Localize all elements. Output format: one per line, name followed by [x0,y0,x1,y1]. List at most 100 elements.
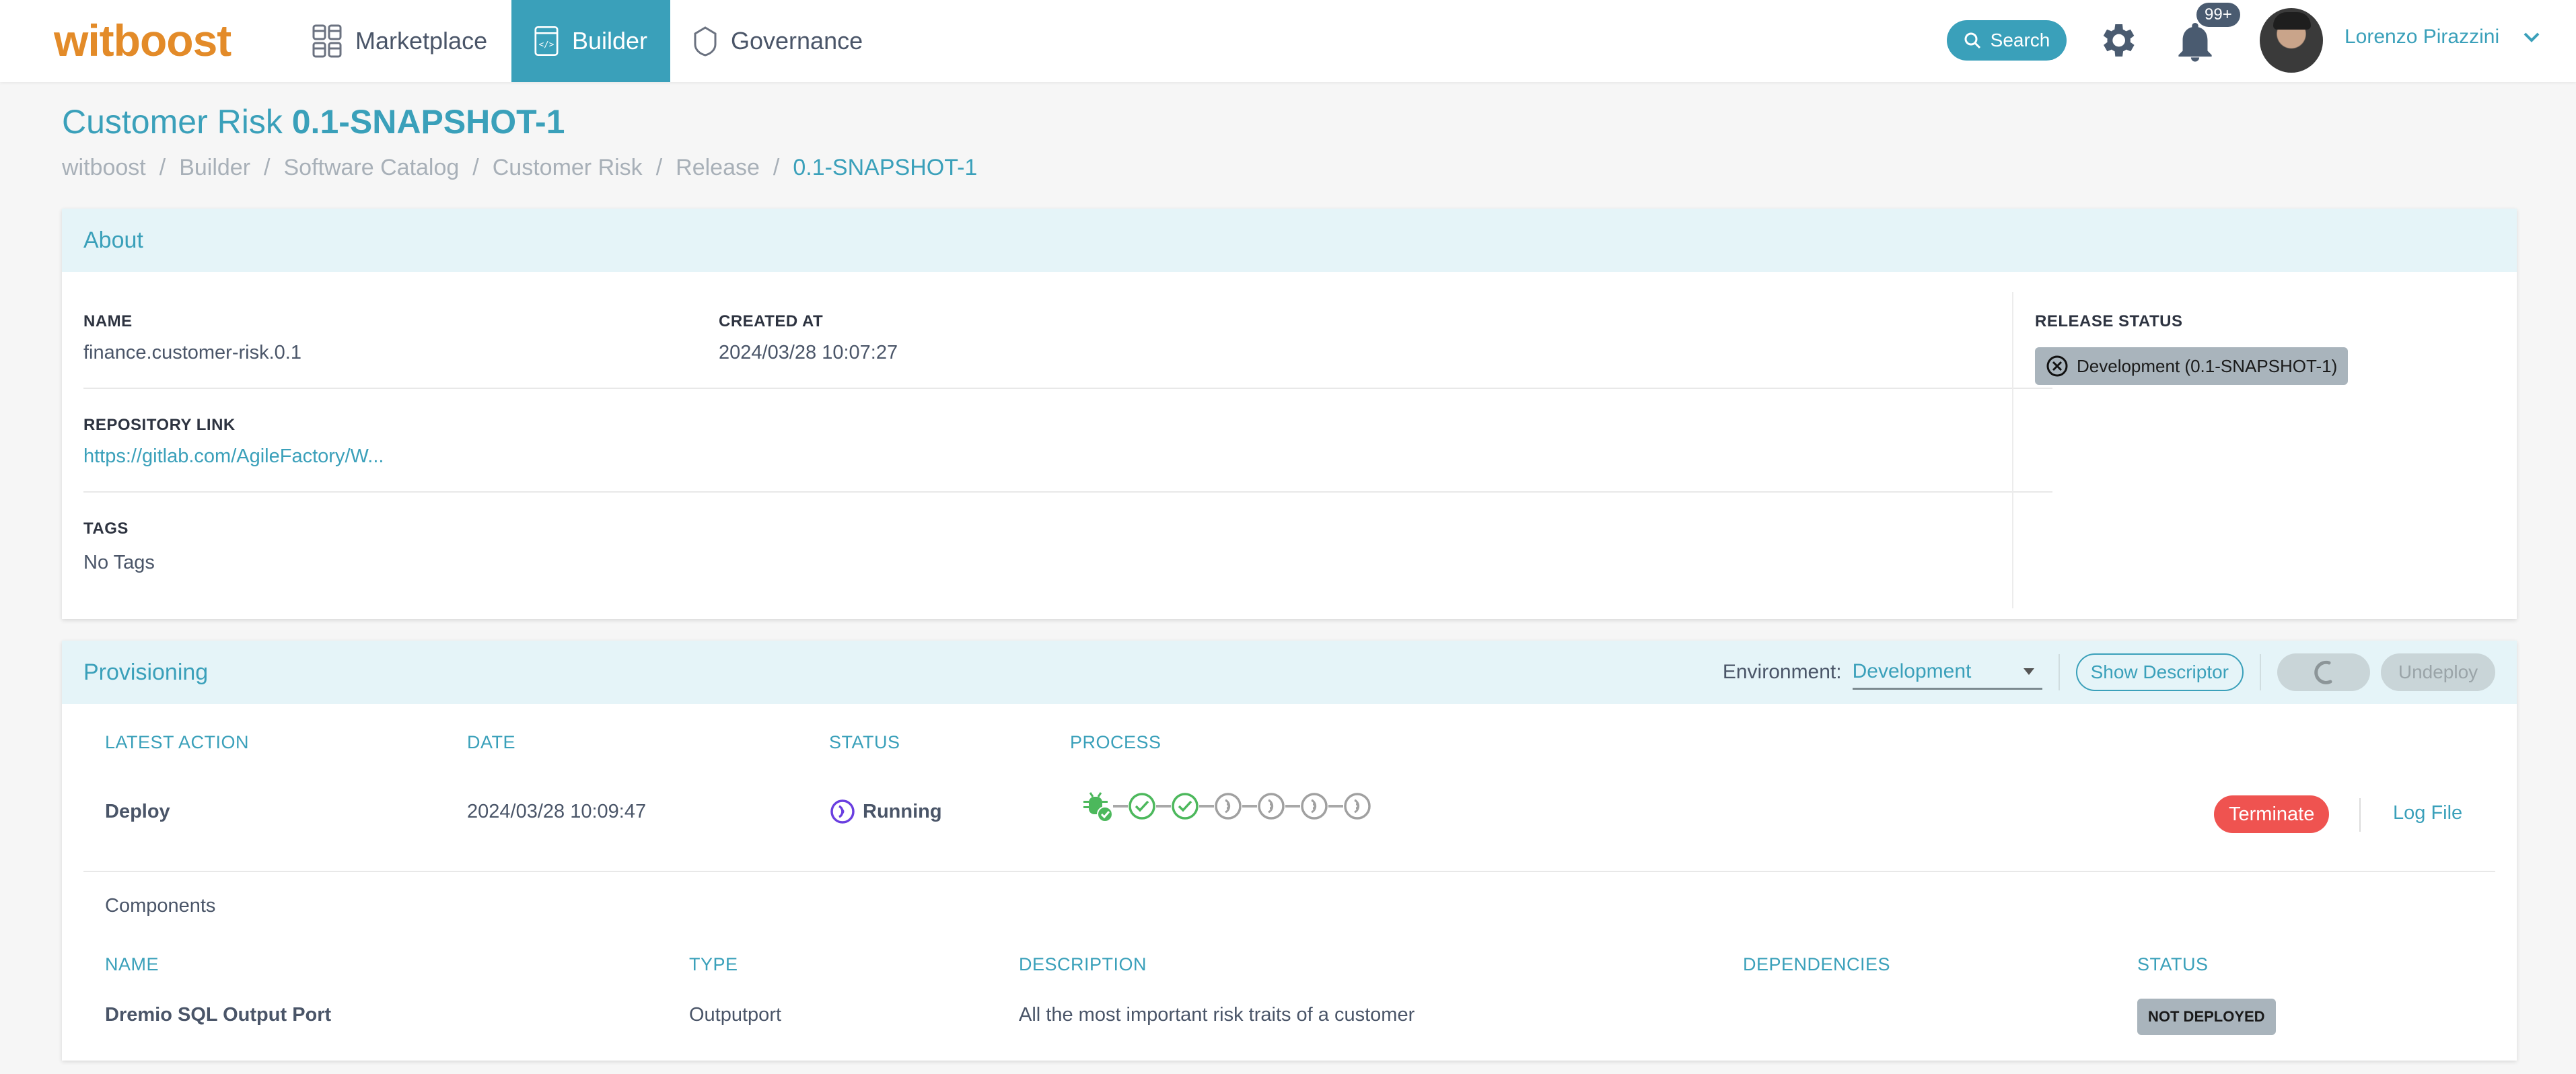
breadcrumb-separator: / [264,155,271,180]
provisioning-card: Provisioning Environment: Development Sh… [62,641,2517,1061]
user-avatar[interactable] [2260,8,2323,73]
code-window-icon: </> [534,26,559,57]
component-name[interactable]: Dremio SQL Output Port [105,1004,331,1026]
process-connector [1285,805,1300,808]
search-icon [1964,32,1980,49]
release-status-label: RELEASE STATUS [2035,312,2183,330]
release-status-chip: Development (0.1-SNAPSHOT-1) [2035,347,2349,385]
column-header-type: TYPE [689,954,738,974]
repository-link-label: REPOSITORY LINK [83,416,236,434]
process-steps [1082,790,1371,822]
status-running: Running [829,798,942,825]
search-button[interactable]: Search [1947,20,2067,61]
provisioning-toolbar: Environment: Development Show Descriptor… [1723,641,2495,704]
created-at-label: CREATED AT [719,312,824,330]
component-description: All the most important risk traits of a … [1019,1004,1415,1026]
breadcrumb-software-catalog[interactable]: Software Catalog [283,155,459,181]
nav-marketplace[interactable]: Marketplace [289,0,511,82]
vertical-divider [2012,292,2013,608]
pending-circle-icon[interactable] [1300,792,1328,820]
svg-text:</>: </> [539,39,554,49]
notification-badge: 99+ [2196,3,2240,27]
repository-link[interactable]: https://gitlab.com/AgileFactory/W... [83,445,384,468]
column-header-date: DATE [467,732,516,752]
breadcrumb-current: 0.1-SNAPSHOT-1 [793,155,978,180]
page-title-version: 0.1-SNAPSHOT-1 [291,103,565,141]
breadcrumb-witboost[interactable]: witboost [62,155,146,181]
divider [2359,798,2361,832]
component-status-badge: NOT DEPLOYED [2137,999,2276,1035]
shield-icon [694,26,717,57]
nav-builder[interactable]: </> Builder [511,0,670,82]
column-header-status: STATUS [2137,954,2209,974]
check-circle-icon[interactable] [1171,792,1199,820]
dropdown-arrow-icon [2023,668,2034,675]
running-icon [830,799,855,824]
column-header-dependencies: DEPENDENCIES [1743,954,1891,974]
name-label: NAME [83,312,133,330]
nav-builder-label: Builder [571,27,647,55]
environment-label: Environment: [1722,661,1842,683]
action-date-value: 2024/03/28 10:09:47 [467,801,647,822]
top-navbar: witboost Marketplace </> Builder Governa… [0,0,2576,82]
process-connector [1156,805,1171,808]
breadcrumb-separator: / [655,155,663,180]
bug-check-icon[interactable] [1082,790,1113,822]
search-label: Search [1990,30,2050,50]
divider [83,491,2052,493]
pending-circle-icon[interactable] [1257,792,1285,820]
environment-select[interactable]: Development [1852,655,2042,690]
divider [2260,654,2261,690]
tags-label: TAGS [83,520,129,538]
undeploy-button[interactable]: Undeploy [2381,653,2495,691]
latest-action-value: Deploy [105,801,170,822]
pending-circle-icon[interactable] [1214,792,1242,820]
status-value: Running [863,800,942,822]
breadcrumb-separator: / [159,155,166,180]
spinner-icon [2314,660,2332,684]
about-header: About [62,209,2517,272]
component-type: Outputport [689,1004,782,1026]
divider [83,388,2052,389]
column-header-latest-action: LATEST ACTION [105,732,250,752]
column-header-process: PROCESS [1070,732,1161,752]
user-name[interactable]: Lorenzo Pirazzini [2345,26,2499,48]
nav-governance[interactable]: Governance [670,0,899,82]
process-connector [1113,805,1128,808]
witboost-logo[interactable]: witboost [54,15,231,66]
divider [2058,654,2060,690]
terminate-button[interactable]: Terminate [2214,795,2330,833]
breadcrumb-release[interactable]: Release [676,155,760,181]
check-circle-icon[interactable] [1128,792,1156,820]
breadcrumb-builder[interactable]: Builder [179,155,250,181]
page-title-name: Customer Risk [62,103,283,141]
process-connector [1199,805,1214,808]
log-file-link[interactable]: Log File [2393,802,2462,824]
nav-governance-label: Governance [731,27,863,55]
divider [83,871,2495,872]
components-title: Components [105,895,216,917]
process-connector [1328,805,1343,808]
breadcrumb-customer-risk[interactable]: Customer Risk [493,155,643,181]
gear-icon[interactable] [2096,19,2139,62]
breadcrumb-separator: / [472,155,479,180]
provisioning-header: Provisioning Environment: Development Sh… [62,641,2517,704]
breadcrumb-separator: / [773,155,780,180]
nav-marketplace-label: Marketplace [355,27,488,55]
about-card: About NAME finance.customer-risk.0.1 CRE… [62,209,2517,619]
grid-icon [312,24,342,58]
page-title: Customer Risk 0.1-SNAPSHOT-1 [62,102,565,141]
column-header-description: DESCRIPTION [1019,954,1147,974]
chevron-down-icon[interactable] [2522,30,2541,44]
created-at-value: 2024/03/28 10:07:27 [719,342,898,363]
column-header-name: NAME [105,954,159,974]
about-body: NAME finance.customer-risk.0.1 CREATED A… [62,272,2517,619]
environment-value: Development [1852,659,1972,682]
release-status-value: Development (0.1-SNAPSHOT-1) [2077,355,2338,376]
loading-button [2277,653,2370,691]
pending-circle-icon[interactable] [1343,792,1371,820]
show-descriptor-button[interactable]: Show Descriptor [2075,653,2244,691]
process-connector [1242,805,1257,808]
name-value: finance.customer-risk.0.1 [83,342,301,363]
breadcrumb: witboost / Builder / Software Catalog / Cus… [62,155,977,181]
